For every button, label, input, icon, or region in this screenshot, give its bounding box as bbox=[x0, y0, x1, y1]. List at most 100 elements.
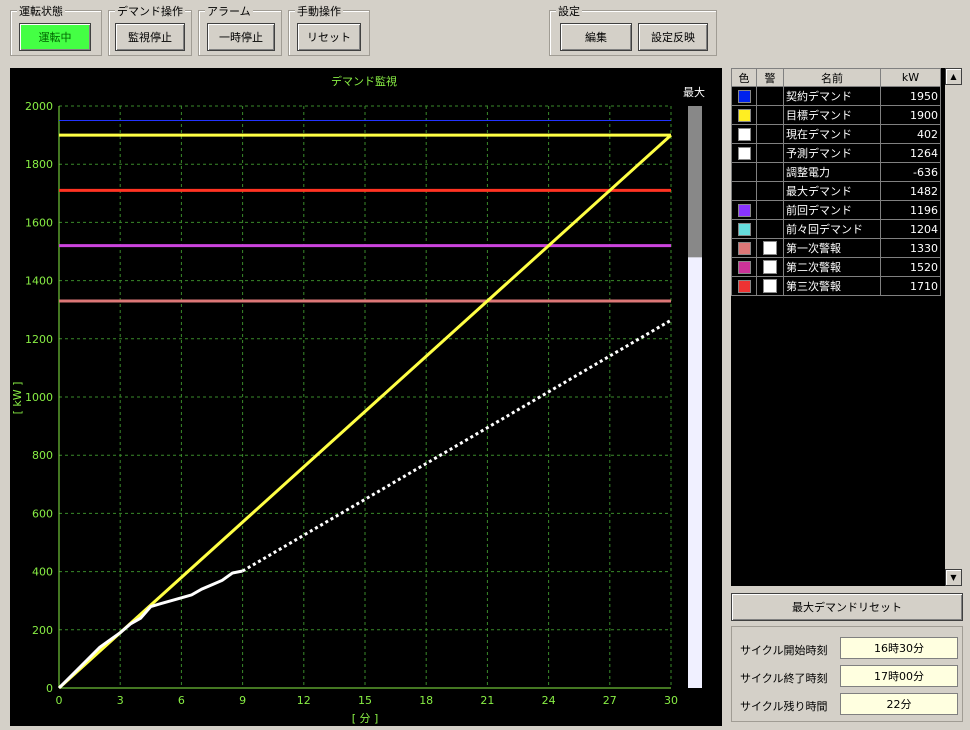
apply-settings-button[interactable]: 設定反映 bbox=[638, 23, 708, 51]
legend-row[interactable]: 第二次警報 1520 bbox=[731, 257, 941, 277]
legend-color-cell[interactable] bbox=[731, 124, 757, 144]
legend-name: 最大デマンド bbox=[783, 181, 881, 201]
running-button[interactable]: 運転中 bbox=[19, 23, 91, 51]
x-tick-label: 0 bbox=[56, 694, 63, 707]
y-axis-label: [ kW ] bbox=[11, 382, 24, 415]
legend-color-cell[interactable] bbox=[731, 200, 757, 220]
legend-color-cell[interactable] bbox=[731, 238, 757, 258]
legend-alarm-cell[interactable] bbox=[756, 238, 784, 258]
alarm-checkbox[interactable] bbox=[763, 279, 777, 293]
legend-alarm-cell[interactable] bbox=[756, 257, 784, 277]
x-tick-label: 27 bbox=[603, 694, 617, 707]
scroll-down-icon[interactable]: ▼ bbox=[945, 569, 962, 586]
legend-row[interactable]: 調整電力 -636 bbox=[731, 162, 941, 182]
y-tick-label: 800 bbox=[32, 449, 53, 462]
header-kw[interactable]: kW bbox=[880, 68, 941, 87]
edit-button[interactable]: 編集 bbox=[560, 23, 632, 51]
alarm-checkbox[interactable] bbox=[763, 241, 777, 255]
legend-table: 色 警 名前 kW 契約デマンド 1950 目標デマンド 1900 現在デマンド 402 予… bbox=[731, 68, 941, 296]
demand-chart-panel: 0 3 6 9 12 15 18 21 24 27 30 0 200 400 600 800 1000 1200 1… bbox=[10, 68, 722, 726]
max-bar-fill bbox=[688, 106, 702, 258]
legend-value: 1204 bbox=[880, 219, 941, 239]
legend-row[interactable]: 最大デマンド 1482 bbox=[731, 181, 941, 201]
legend-header-row: 色 警 名前 kW bbox=[731, 68, 941, 87]
legend-alarm-cell[interactable] bbox=[756, 181, 784, 201]
stop-monitor-button[interactable]: 監視停止 bbox=[115, 23, 185, 51]
legend-row[interactable]: 目標デマンド 1900 bbox=[731, 105, 941, 125]
legend-alarm-cell[interactable] bbox=[756, 200, 784, 220]
alarm-checkbox[interactable] bbox=[763, 260, 777, 274]
x-tick-label: 12 bbox=[297, 694, 311, 707]
legend-row[interactable]: 前々回デマンド 1204 bbox=[731, 219, 941, 239]
legend-row[interactable]: 第一次警報 1330 bbox=[731, 238, 941, 258]
remaining-value: 22分 bbox=[840, 693, 958, 715]
header-alarm[interactable]: 警 bbox=[756, 68, 784, 87]
legend-color-cell[interactable] bbox=[731, 257, 757, 277]
color-swatch[interactable] bbox=[737, 260, 751, 274]
reset-button[interactable]: リセット bbox=[297, 23, 361, 51]
cycle-start-value: 16時30分 bbox=[840, 637, 958, 659]
run-state-title: 運転状態 bbox=[17, 3, 65, 19]
color-swatch[interactable] bbox=[737, 146, 751, 160]
legend-color-cell[interactable] bbox=[731, 162, 757, 182]
legend-alarm-cell[interactable] bbox=[756, 162, 784, 182]
legend-color-cell[interactable] bbox=[731, 219, 757, 239]
color-swatch[interactable] bbox=[737, 89, 751, 103]
legend-alarm-cell[interactable] bbox=[756, 86, 784, 106]
y-tick-label: 0 bbox=[46, 682, 53, 695]
y-tick-label: 1600 bbox=[25, 216, 53, 229]
legend-alarm-cell[interactable] bbox=[756, 105, 784, 125]
header-name[interactable]: 名前 bbox=[783, 68, 881, 87]
y-tick-label: 2000 bbox=[25, 100, 53, 113]
legend-alarm-cell[interactable] bbox=[756, 143, 784, 163]
legend-value: 1710 bbox=[880, 276, 941, 296]
legend-color-cell[interactable] bbox=[731, 105, 757, 125]
y-tick-label: 600 bbox=[32, 507, 53, 520]
color-swatch[interactable] bbox=[737, 127, 751, 141]
legend-value: -636 bbox=[880, 162, 941, 182]
legend-alarm-cell[interactable] bbox=[756, 124, 784, 144]
y-tick-label: 1200 bbox=[25, 333, 53, 346]
legend-color-cell[interactable] bbox=[731, 181, 757, 201]
legend-name: 前々回デマンド bbox=[783, 219, 881, 239]
settings-group: 設定 編集 設定反映 bbox=[549, 3, 717, 56]
legend-scrollbar[interactable]: ▲ ▼ bbox=[945, 68, 962, 586]
alarm-pause-button[interactable]: 一時停止 bbox=[207, 23, 275, 51]
legend-value: 1520 bbox=[880, 257, 941, 277]
manual-op-group: 手動操作 リセット bbox=[288, 3, 370, 56]
legend-value: 1950 bbox=[880, 86, 941, 106]
legend-row[interactable]: 契約デマンド 1950 bbox=[731, 86, 941, 106]
cycle-end-label: サイクル終了時刻 bbox=[740, 672, 828, 685]
legend-name: 前回デマンド bbox=[783, 200, 881, 220]
color-swatch[interactable] bbox=[737, 222, 751, 236]
legend-value: 1264 bbox=[880, 143, 941, 163]
x-tick-label: 3 bbox=[117, 694, 124, 707]
scroll-up-icon[interactable]: ▲ bbox=[945, 68, 962, 85]
legend-color-cell[interactable] bbox=[731, 143, 757, 163]
x-tick-label: 18 bbox=[419, 694, 433, 707]
alarm-title: アラーム bbox=[205, 3, 253, 19]
reset-max-demand-button[interactable]: 最大デマンドリセット bbox=[731, 593, 963, 621]
legend-alarm-cell[interactable] bbox=[756, 276, 784, 296]
legend-row[interactable]: 現在デマンド 402 bbox=[731, 124, 941, 144]
legend-row[interactable]: 第三次警報 1710 bbox=[731, 276, 941, 296]
legend-alarm-cell[interactable] bbox=[756, 219, 784, 239]
color-swatch[interactable] bbox=[737, 279, 751, 293]
legend-row[interactable]: 予測デマンド 1264 bbox=[731, 143, 941, 163]
cycle-end-value: 17時00分 bbox=[840, 665, 958, 687]
manual-op-title: 手動操作 bbox=[295, 3, 343, 19]
header-color[interactable]: 色 bbox=[731, 68, 757, 87]
legend-row[interactable]: 前回デマンド 1196 bbox=[731, 200, 941, 220]
legend-color-cell[interactable] bbox=[731, 86, 757, 106]
x-tick-label: 21 bbox=[480, 694, 494, 707]
remaining-label: サイクル残り時間 bbox=[740, 700, 828, 713]
alarm-group: アラーム 一時停止 bbox=[198, 3, 282, 56]
legend-value: 1900 bbox=[880, 105, 941, 125]
legend-color-cell[interactable] bbox=[731, 276, 757, 296]
color-swatch[interactable] bbox=[737, 203, 751, 217]
color-swatch[interactable] bbox=[737, 108, 751, 122]
legend-name: 現在デマンド bbox=[783, 124, 881, 144]
color-swatch[interactable] bbox=[737, 241, 751, 255]
legend-name: 契約デマンド bbox=[783, 86, 881, 106]
legend-name: 第一次警報 bbox=[783, 238, 881, 258]
